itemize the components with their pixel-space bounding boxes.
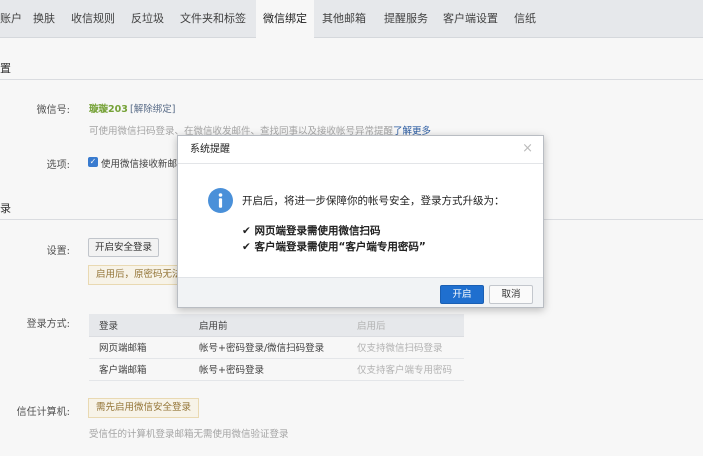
dialog-title: 系统提醒 bbox=[178, 136, 543, 164]
confirm-enable-button[interactable]: 开启 bbox=[440, 285, 484, 304]
dialog-list-item: ✔ 客户端登录需使用“客户端专用密码” bbox=[242, 241, 426, 253]
system-reminder-dialog: 系统提醒 × 开启后，将进一步保障你的帐号安全，登录方式升级为： ✔ 网页端登录… bbox=[177, 135, 544, 308]
dialog-list-item: ✔ 网页端登录需使用微信扫码 bbox=[242, 225, 381, 237]
dialog-footer: 开启 取消 bbox=[178, 277, 543, 307]
cancel-button[interactable]: 取消 bbox=[489, 285, 533, 304]
dialog-message: 开启后，将进一步保障你的帐号安全，登录方式升级为： bbox=[242, 195, 505, 207]
info-icon bbox=[208, 188, 233, 213]
close-icon[interactable]: × bbox=[522, 142, 533, 156]
